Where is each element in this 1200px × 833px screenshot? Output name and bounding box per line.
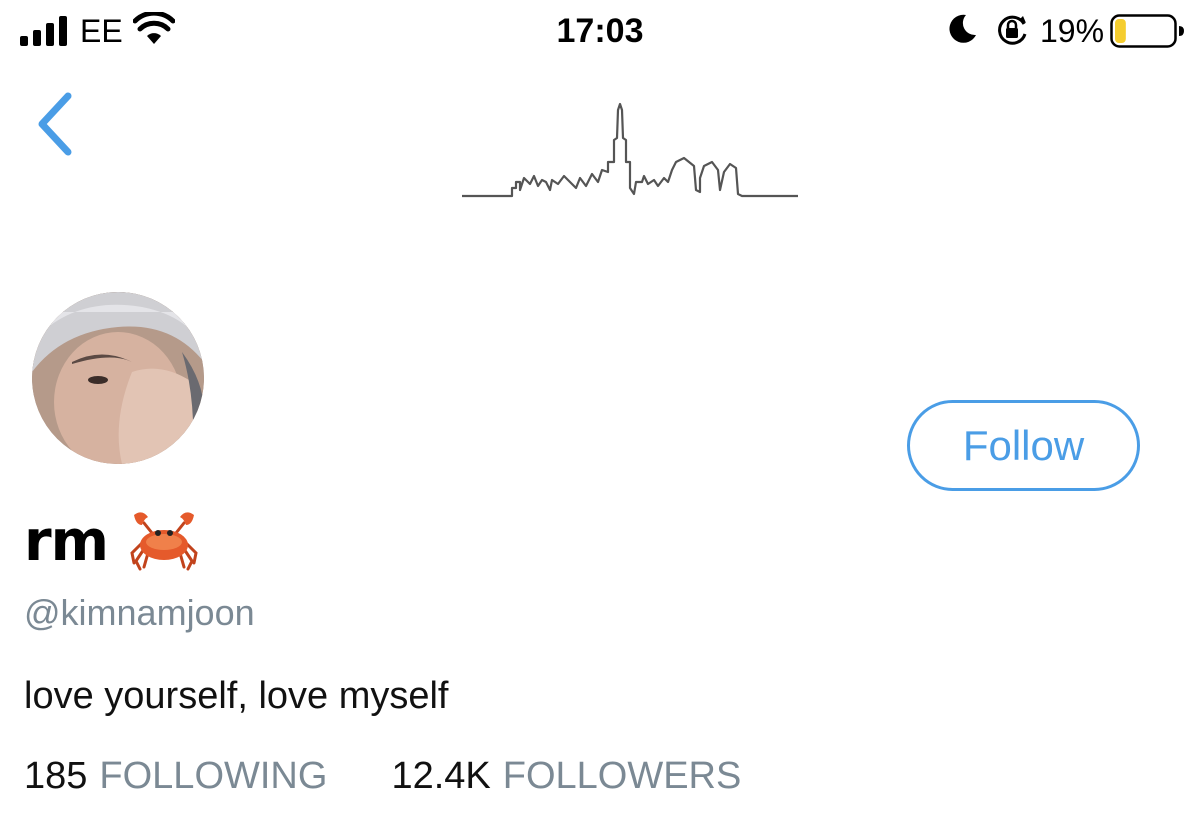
following-label: FOLLOWING [99, 755, 328, 797]
avatar[interactable] [32, 292, 204, 464]
status-bar: EE 17:03 19% [0, 0, 1200, 62]
following-count: 185 [24, 755, 88, 797]
profile-bio: love yourself, love myself [24, 675, 449, 717]
profile-stats: 185 FOLLOWING 12.4K FOLLOWERS [24, 752, 741, 800]
display-name-row: rm [24, 506, 200, 576]
user-handle: @kimnamjoon [24, 592, 255, 633]
battery-percent: 19% [1040, 13, 1105, 49]
city-skyline-icon [462, 102, 798, 198]
followers-stat[interactable]: 12.4K FOLLOWERS [391, 752, 741, 800]
rotation-lock-icon [998, 15, 1027, 45]
battery-icon [1110, 14, 1184, 48]
followers-label: FOLLOWERS [502, 755, 742, 797]
display-name: rm [24, 508, 109, 574]
chevron-left-icon[interactable] [30, 88, 82, 160]
moon-icon [949, 14, 976, 43]
crab-icon [130, 512, 198, 571]
follow-button[interactable]: Follow [907, 400, 1140, 491]
following-stat[interactable]: 185 FOLLOWING [24, 752, 327, 800]
followers-count: 12.4K [391, 755, 491, 797]
